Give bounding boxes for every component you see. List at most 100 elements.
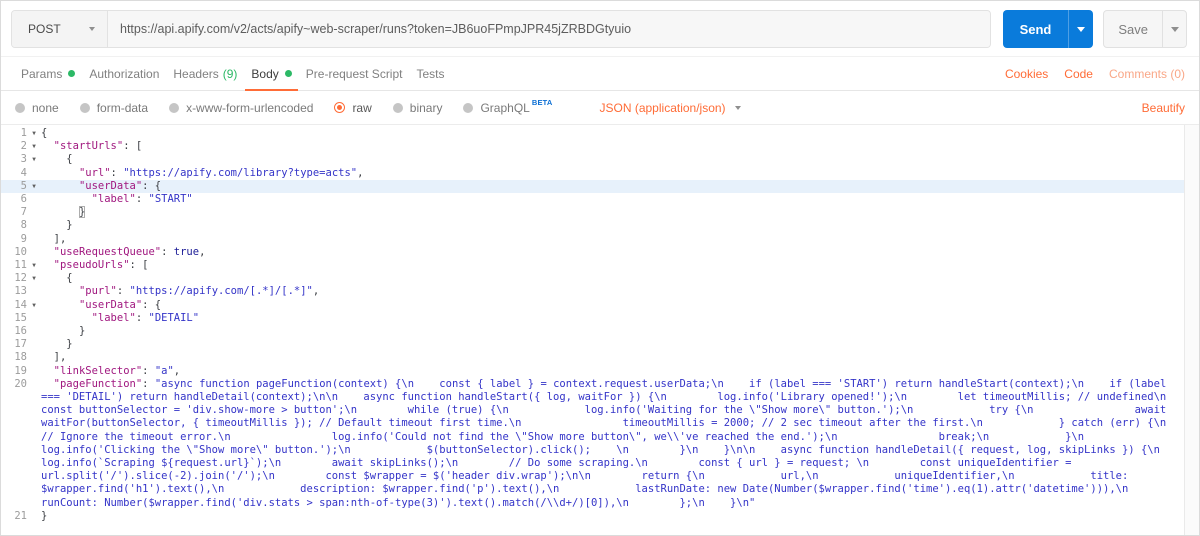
body-type-options: none form-data x-www-form-urlencoded raw bin… — [15, 98, 574, 115]
code-content: } — [41, 338, 73, 351]
line-number: 16 — [14, 325, 27, 338]
code-content: "useRequestQueue": true, — [53, 245, 206, 258]
body-type-none[interactable]: none — [15, 101, 59, 115]
gutter: 13 — [1, 285, 41, 298]
body-type-binary[interactable]: binary — [392, 101, 442, 115]
code-line-20[interactable]: 20 "pageFunction": "async function pageF… — [1, 378, 1184, 510]
code-line-18[interactable]: 18 ], — [1, 351, 1184, 364]
code-content: "label": "START" — [91, 193, 193, 206]
radio-icon — [392, 102, 403, 113]
code-content: } — [41, 219, 73, 232]
code-line-17[interactable]: 17 } — [1, 338, 1184, 351]
line-number: 1 — [20, 127, 27, 139]
code-line-16[interactable]: 16 } — [1, 325, 1184, 338]
fold-caret-icon[interactable]: ▼ — [27, 153, 41, 166]
body-type-graphql[interactable]: GraphQL BETA — [463, 98, 552, 115]
code-line-15[interactable]: 15 "label": "DETAIL" — [1, 312, 1184, 325]
body-type-label: none — [32, 100, 59, 115]
code-line-4[interactable]: 4 "url": "https://apify.com/library?type… — [1, 167, 1184, 180]
tab-label: Tests — [416, 66, 445, 81]
line-number: 14 — [14, 298, 27, 311]
code-line-8[interactable]: 8 } — [1, 219, 1184, 232]
body-type-bar: none form-data x-www-form-urlencoded raw bin… — [1, 91, 1199, 125]
link-code[interactable]: Code — [1064, 67, 1093, 81]
code-content: { — [41, 127, 48, 139]
tab-headers[interactable]: Headers (9) — [167, 57, 243, 90]
line-number: 20 — [14, 377, 27, 390]
editor-scrollbar[interactable] — [1185, 125, 1199, 535]
link-cookies[interactable]: Cookies — [1005, 67, 1048, 81]
code-line-21[interactable]: 21} — [1, 510, 1184, 523]
code-line-14[interactable]: 14 ▼ "userData": { — [1, 299, 1184, 312]
gutter: 5 ▼ — [1, 180, 41, 193]
code-content: "pseudoUrls": [ — [53, 259, 149, 272]
fold-caret-icon[interactable]: ▼ — [27, 299, 41, 312]
request-tabs-row: Params Authorization Headers (9) Body Pre-req… — [1, 57, 1199, 91]
tab-params[interactable]: Params — [15, 57, 81, 90]
fold-caret-icon[interactable]: ▼ — [27, 140, 41, 153]
body-type-form-data[interactable]: form-data — [79, 100, 149, 115]
code-line-2[interactable]: 2 ▼ "startUrls": [ — [1, 140, 1184, 153]
gutter: 18 — [1, 351, 41, 364]
body-type-raw[interactable]: raw — [334, 101, 372, 115]
code-content: } — [78, 206, 86, 219]
code-line-12[interactable]: 12 ▼ { — [1, 272, 1184, 285]
gutter: 12 ▼ — [1, 272, 41, 285]
body-type-x-www-form-urlencoded[interactable]: x-www-form-urlencoded — [169, 101, 313, 115]
gutter: 14 ▼ — [1, 299, 41, 312]
tab-body[interactable]: Body — [245, 57, 298, 91]
code-content: "userData": { — [78, 298, 162, 311]
line-number: 13 — [14, 285, 27, 298]
tab-pre-request-script[interactable]: Pre-request Script — [300, 57, 409, 90]
gutter: 17 — [1, 338, 41, 351]
request-bar: POST Send Save — [1, 1, 1199, 57]
line-number: 18 — [14, 351, 27, 364]
tab-label: Pre-request Script — [305, 66, 403, 81]
fold-caret-icon[interactable]: ▼ — [27, 127, 41, 140]
code-line-10[interactable]: 10 "useRequestQueue": true, — [1, 246, 1184, 259]
beautify-button[interactable]: Beautify — [1142, 101, 1185, 115]
send-options-dropdown[interactable] — [1068, 10, 1093, 48]
save-button[interactable]: Save — [1103, 10, 1187, 48]
raw-body-editor[interactable]: 1 ▼{2 ▼ "startUrls": [3 ▼ {4 "url": "https:… — [1, 125, 1199, 535]
save-options-dropdown[interactable] — [1162, 11, 1186, 47]
line-number: 19 — [14, 364, 27, 377]
link-comments-0[interactable]: Comments (0) — [1109, 67, 1185, 81]
send-button[interactable]: Send — [1002, 10, 1094, 48]
postman-request-window: POST Send Save Params Authorization Header… — [0, 0, 1200, 536]
code-line-7[interactable]: 7 } — [1, 206, 1184, 219]
code-line-9[interactable]: 9 ], — [1, 233, 1184, 246]
method-label: POST — [28, 22, 61, 36]
gutter: 21 — [1, 510, 41, 523]
method-dropdown[interactable]: POST — [12, 11, 108, 47]
line-number: 10 — [14, 245, 27, 258]
content-type-dropdown[interactable]: JSON (application/json) — [600, 101, 741, 115]
code-line-3[interactable]: 3 ▼ { — [1, 153, 1184, 166]
chevron-down-icon — [1170, 26, 1179, 32]
url-input[interactable] — [108, 11, 990, 47]
body-type-label: form-data — [96, 100, 149, 115]
code-content: ], — [41, 232, 67, 245]
gutter: 10 — [1, 246, 41, 259]
fold-caret-icon[interactable]: ▼ — [27, 259, 41, 272]
code-content: "purl": "https://apify.com/[.*]/[.*]", — [78, 285, 320, 298]
gutter: 11 ▼ — [1, 259, 41, 272]
code-line-1[interactable]: 1 ▼{ — [1, 127, 1184, 140]
fold-caret-icon[interactable]: ▼ — [27, 272, 41, 285]
tab-tests[interactable]: Tests — [410, 57, 450, 90]
content-type-label: JSON (application/json) — [599, 100, 726, 115]
code-line-19[interactable]: 19 "linkSelector": "a", — [1, 365, 1184, 378]
code-line-13[interactable]: 13 "purl": "https://apify.com/[.*]/[.*]"… — [1, 285, 1184, 298]
fold-caret-icon[interactable]: ▼ — [27, 180, 41, 193]
code-line-5[interactable]: 5 ▼ "userData": { — [1, 179, 1184, 194]
code-line-11[interactable]: 11 ▼ "pseudoUrls": [ — [1, 259, 1184, 272]
gutter: 7 — [1, 206, 41, 219]
code-line-6[interactable]: 6 "label": "START" — [1, 193, 1184, 206]
code-content: { — [41, 153, 73, 166]
tab-authorization[interactable]: Authorization — [83, 57, 165, 90]
